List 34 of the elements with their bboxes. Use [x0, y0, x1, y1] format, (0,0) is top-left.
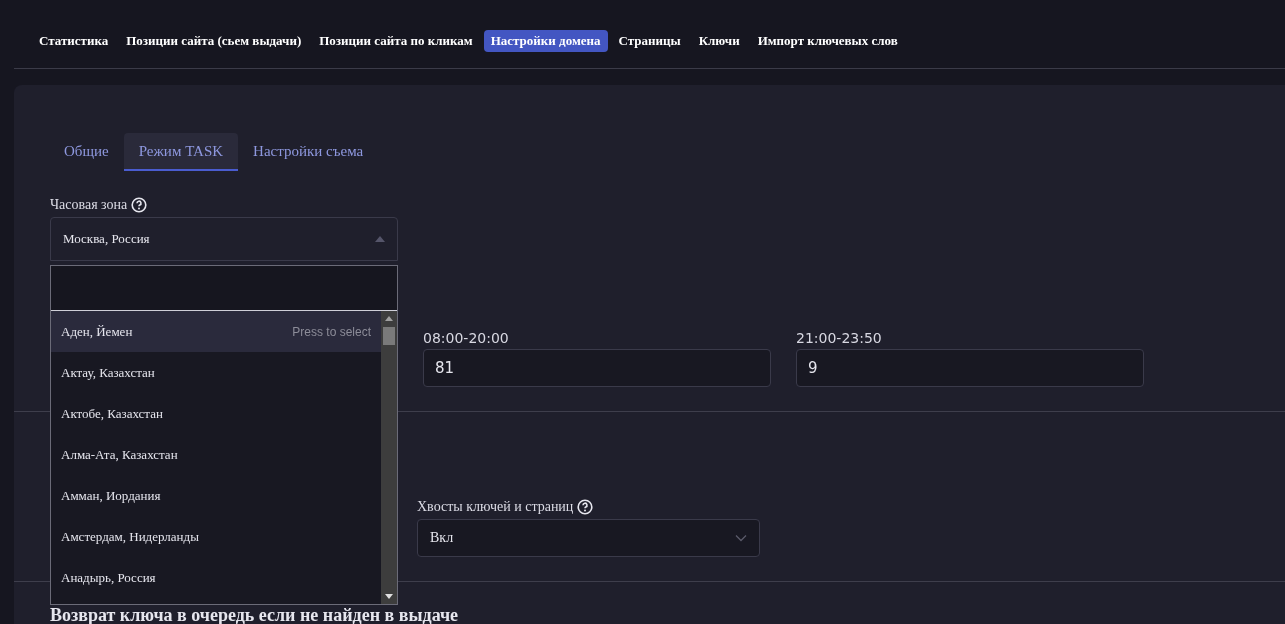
tails-select[interactable]: Вкл	[417, 519, 760, 557]
scroll-thumb[interactable]	[383, 327, 395, 345]
scroll-down-icon[interactable]	[385, 594, 393, 599]
tab[interactable]: Общие	[49, 133, 124, 171]
nav-link[interactable]: Статистика	[32, 30, 116, 52]
field-label: Часовая зона	[50, 197, 128, 213]
timezone-select[interactable]: Москва, Россия	[50, 217, 398, 261]
dropdown-option[interactable]: Аден, Йемен Press to select	[51, 311, 381, 352]
chevron-down-icon	[735, 534, 747, 542]
dropdown-option[interactable]: Амстердам, Нидерланды	[51, 516, 381, 557]
field-label: 21:00-23:50	[796, 330, 883, 346]
dropdown-option[interactable]: Анадырь, Россия	[51, 557, 381, 598]
help-icon[interactable]	[131, 197, 148, 213]
nav-link[interactable]: Страницы	[611, 30, 688, 52]
nav-link[interactable]: Ключи	[691, 30, 747, 52]
field-label: Хвосты ключей и страниц	[417, 499, 574, 515]
tab[interactable]: Режим TASK	[123, 133, 239, 171]
dropdown-option[interactable]: Актау, Казахстан	[51, 352, 381, 393]
help-icon[interactable]	[577, 499, 594, 515]
caret-icon	[375, 236, 385, 242]
number-input[interactable]: 81	[423, 349, 771, 387]
scrollbar[interactable]	[381, 311, 397, 604]
scroll-up-icon[interactable]	[385, 316, 393, 321]
section-heading: Возврат ключа в очередь если не найден в выдаче	[50, 606, 460, 624]
number-input[interactable]: 9	[796, 349, 1144, 387]
nav-link[interactable]: Позиции сайта по кликам	[312, 30, 480, 52]
nav-link[interactable]: Настройки домена	[483, 30, 608, 52]
nav-link[interactable]: Импорт ключевых слов	[750, 30, 905, 52]
nav-link[interactable]: Позиции сайта (сьем выдачи)	[119, 30, 309, 52]
dropdown-option[interactable]: Актобе, Казахстан	[51, 393, 381, 434]
tab[interactable]: Настройки съема	[238, 133, 379, 171]
dropdown-option[interactable]: Алма-Ата, Казахстан	[51, 434, 381, 475]
field-label: 08:00-20:00	[423, 330, 510, 346]
dropdown-option[interactable]: Амман, Иордания	[51, 475, 381, 516]
